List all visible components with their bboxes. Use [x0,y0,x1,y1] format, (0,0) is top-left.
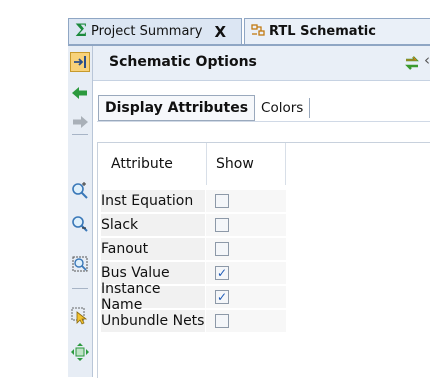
back-arrow-icon [72,87,87,99]
column-header-attribute[interactable]: Attribute [98,143,206,185]
subtab-underline [97,121,430,122]
subtab-colors[interactable]: Colors [255,95,309,121]
collapse-panel-icon [74,56,86,68]
subtab-separator [309,98,311,118]
forward-arrow-icon [73,116,88,128]
subtab-display-attributes[interactable]: Display Attributes [98,95,256,121]
zoom-in-icon [72,182,88,199]
row-label: Inst Equation [101,190,205,212]
zoom-out-icon [72,216,88,232]
tab-project-summary[interactable]: Σ Project Summary X [68,18,242,44]
show-checkbox-inst-equation[interactable] [215,194,229,208]
show-checkbox-slack[interactable] [215,218,229,232]
toolbar-separator [72,288,88,289]
expand-icon [71,343,89,361]
zoom-fit-icon [72,256,88,272]
subtab-bar: Display Attributes Colors [98,95,311,121]
show-checkbox-fanout[interactable] [215,242,229,256]
schematic-icon [251,23,265,41]
back-button[interactable] [70,83,90,103]
zoom-in-button[interactable] [70,181,90,201]
panel-title: Schematic Options [109,54,257,70]
row-label: Fanout [101,238,205,260]
checkmark-icon: ✓ [216,266,228,280]
row-label: Instance Name [101,281,205,313]
tab-label: RTL Schematic [269,24,376,39]
expand-button[interactable] [70,342,90,362]
show-checkbox-unbundle-nets[interactable] [215,314,229,328]
show-checkbox-bus-value[interactable]: ✓ [215,266,229,280]
select-button[interactable] [70,306,90,326]
toolbar-separator [72,134,88,135]
zoom-fit-button[interactable] [70,254,90,274]
close-icon[interactable]: X [214,23,226,41]
tab-label: Project Summary [91,24,203,39]
row-label: Slack [101,214,205,236]
select-icon [71,307,88,325]
checkmark-icon: ✓ [216,290,228,304]
row-label: Unbundle Nets [101,310,205,332]
refresh-button[interactable] [403,54,421,76]
zoom-out-button[interactable] [70,214,90,234]
collapse-panel-button[interactable] [70,52,90,72]
tab-rtl-schematic[interactable]: RTL Schematic [244,18,430,44]
sigma-icon: Σ [75,21,88,41]
forward-button[interactable] [70,112,90,132]
column-header-show[interactable]: Show [206,143,286,185]
show-checkbox-instance-name[interactable]: ✓ [215,290,229,304]
refresh-icon [405,56,419,70]
more-chevron-icon[interactable]: ‹ [424,51,430,69]
